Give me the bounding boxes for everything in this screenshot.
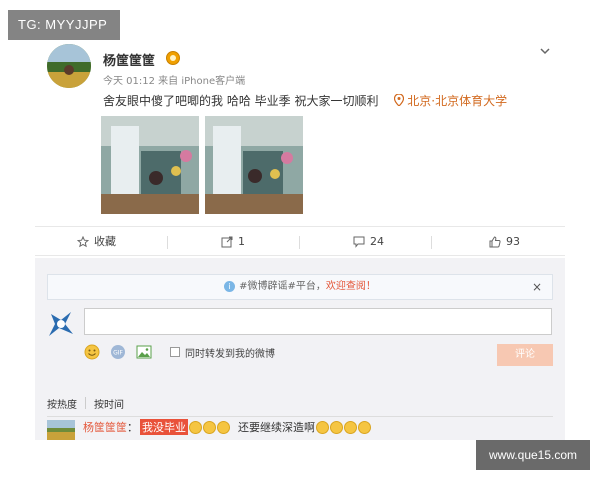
emoji-icon[interactable]	[84, 344, 100, 360]
chevron-down-icon[interactable]	[538, 44, 552, 58]
svg-text:GIF: GIF	[113, 350, 123, 357]
post-photo-1[interactable]	[101, 116, 199, 214]
divider	[431, 236, 432, 249]
sort-hot-tab[interactable]: 按热度	[47, 396, 77, 411]
like-button[interactable]: 93	[489, 227, 520, 257]
location-pin-icon	[394, 94, 405, 106]
comment-count: 24	[370, 235, 384, 248]
post-text: 舍友眼中傻了吧唧的我 哈哈 毕业季 祝大家一切顺利 北京·北京体育大学	[103, 92, 507, 109]
favorite-label: 收藏	[94, 235, 116, 248]
crying-emoji-icon	[344, 420, 357, 434]
crying-emoji-icon	[217, 420, 230, 434]
notice-link[interactable]: 欢迎查阅！	[326, 281, 376, 292]
comment-toolbar: GIF 同时转发到我的微博	[84, 344, 275, 360]
comment-user-avatar	[49, 312, 73, 336]
reply-avatar[interactable]	[47, 420, 75, 440]
divider	[299, 236, 300, 249]
repost-label: 同时转发到我的微博	[185, 348, 275, 360]
repost-icon	[221, 236, 233, 248]
user-avatar[interactable]	[47, 44, 91, 88]
crying-emoji-icon	[330, 420, 343, 434]
gif-icon[interactable]: GIF	[110, 344, 126, 360]
action-bar: 收藏 1 24 93	[35, 226, 565, 256]
divider	[167, 236, 168, 249]
comment-button[interactable]: 24	[353, 227, 384, 257]
location-link[interactable]: 北京·北京体育大学	[394, 94, 507, 108]
comment-sort-bar: 按热度 按时间	[47, 396, 124, 411]
username[interactable]: 杨筐筐筐	[103, 50, 155, 69]
rumor-notice-banner: i #微博辟谣#平台，欢迎查阅！ ×	[47, 274, 553, 300]
repost-button[interactable]: 1	[221, 227, 245, 257]
post-body: 舍友眼中傻了吧唧的我 哈哈 毕业季 祝大家一切顺利	[103, 94, 379, 108]
crying-emoji-icon	[316, 420, 329, 434]
image-icon[interactable]	[136, 344, 152, 360]
divider	[47, 416, 553, 417]
divider	[85, 397, 86, 409]
reply-colon: ：	[127, 421, 138, 434]
reply-username[interactable]: 杨筐筐筐	[83, 419, 127, 435]
comment-submit-button[interactable]: 评论	[497, 344, 553, 366]
reply-text: 还要继续深造啊	[238, 421, 315, 434]
post-meta: 今天 01:12 来自 iPhone客户端	[103, 76, 246, 87]
location-text: 北京·北京体育大学	[407, 94, 508, 108]
repost-count: 1	[238, 235, 245, 248]
comment-icon	[353, 236, 365, 248]
close-icon[interactable]: ×	[532, 275, 542, 299]
comment-input[interactable]	[84, 308, 552, 335]
weibo-post-card: 杨筐筐筐 今天 01:12 来自 iPhone客户端 舍友眼中傻了吧唧的我 哈哈…	[35, 30, 565, 440]
star-icon	[77, 236, 89, 248]
comment-section: i #微博辟谣#平台，欢迎查阅！ × GIF 同时转发到我的微博 评论 按热度 按…	[35, 258, 565, 440]
repost-checkbox[interactable]	[170, 347, 180, 357]
sort-time-tab[interactable]: 按时间	[94, 396, 124, 411]
crying-emoji-icon	[189, 420, 202, 434]
post-photo-2[interactable]	[205, 116, 303, 214]
vip-badge-icon	[166, 51, 180, 65]
reply-highlight: 我没毕业	[140, 419, 188, 435]
crying-emoji-icon	[203, 420, 216, 434]
info-icon: i	[224, 281, 236, 292]
like-count: 93	[506, 235, 520, 248]
favorite-button[interactable]: 收藏	[77, 227, 116, 257]
thumbs-up-icon	[489, 236, 501, 248]
notice-text: #微博辟谣#平台，	[239, 281, 326, 292]
watermark-bottom-right: www.que15.com	[476, 440, 590, 470]
crying-emoji-icon	[358, 420, 371, 434]
reply-item: 杨筐筐筐：我没毕业 还要继续深造啊	[83, 419, 371, 435]
